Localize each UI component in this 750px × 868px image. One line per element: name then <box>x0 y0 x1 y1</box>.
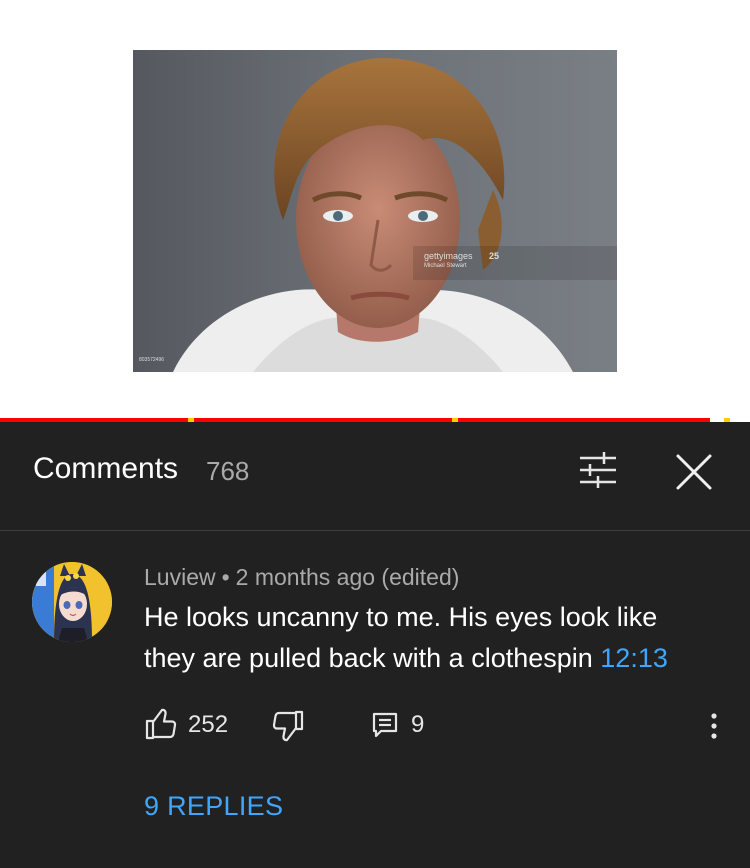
getty-watermark: gettyimages 25 Michael Stewart <box>424 251 499 271</box>
timestamp-link[interactable]: 12:13 <box>600 643 668 673</box>
watermark-badge: 25 <box>489 251 500 261</box>
portrait-illustration <box>173 58 617 372</box>
avatar[interactable] <box>32 562 112 642</box>
close-comments-button[interactable] <box>670 448 718 496</box>
more-options-button[interactable] <box>702 709 726 743</box>
app-root: gettyimages 25 Michael Stewart 803572496… <box>0 0 750 868</box>
reply-count: 9 <box>411 711 425 738</box>
watermark-credit: Michael Stewart <box>424 263 467 269</box>
comment-meta: Luview • 2 months ago (edited) <box>144 564 459 591</box>
video-player[interactable]: gettyimages 25 Michael Stewart 803572496 <box>0 0 750 418</box>
reply-icon <box>372 712 398 738</box>
more-vertical-icon <box>711 713 717 739</box>
comment-time: 2 months ago (edited) <box>235 564 460 590</box>
close-icon <box>676 454 712 490</box>
comment-body: He looks uncanny to me. His eyes look li… <box>144 602 658 673</box>
comment-actions: 252 9 <box>0 707 750 747</box>
comment-author[interactable]: Luview <box>144 564 216 590</box>
thumbs-up-icon <box>145 708 177 740</box>
photo-id: 803572496 <box>139 357 165 363</box>
view-replies-button[interactable]: 9 REPLIES <box>144 791 283 822</box>
watermark-brand: gettyimages <box>424 251 473 261</box>
sort-filter-icon <box>580 452 616 488</box>
anime-avatar-illustration <box>32 562 112 642</box>
comments-panel: Comments 768 Luview • 2 months ago (edit… <box>0 422 750 868</box>
like-button[interactable] <box>144 707 178 741</box>
thumbs-down-icon <box>272 710 304 742</box>
dislike-button[interactable] <box>271 709 305 743</box>
comments-title: Comments <box>33 452 179 485</box>
comments-header: Comments 768 <box>0 422 750 531</box>
comments-count: 768 <box>206 456 250 486</box>
comment-thread: Luview • 2 months ago (edited) He looks un… <box>0 531 750 868</box>
like-count: 252 <box>188 711 229 738</box>
reply-button[interactable] <box>371 711 399 739</box>
comment-text: He looks uncanny to me. His eyes look li… <box>144 597 714 679</box>
video-frame-photo <box>133 50 617 372</box>
sort-filter-button[interactable] <box>576 448 620 492</box>
meta-separator: • <box>221 564 230 590</box>
